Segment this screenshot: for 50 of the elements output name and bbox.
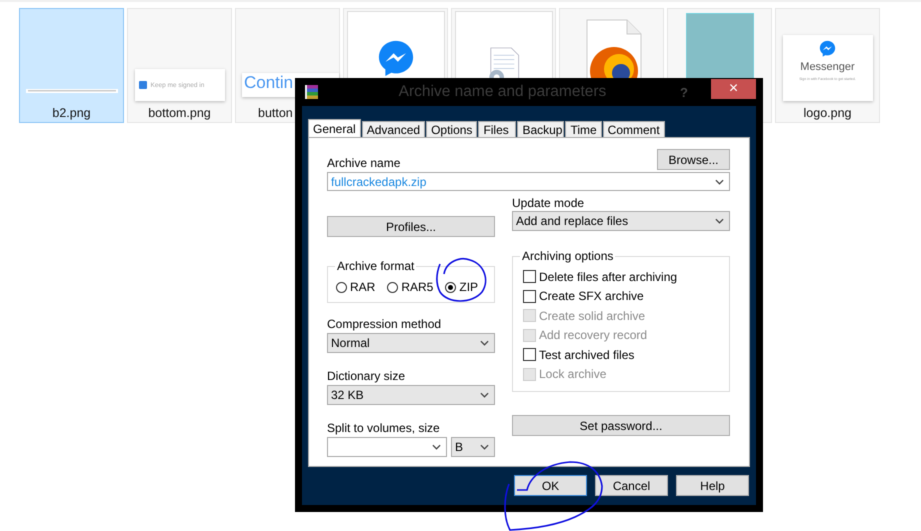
field-label: Dictionary size	[327, 369, 406, 383]
thumbnail-text: Contin	[243, 73, 294, 92]
field-label: Compression method	[327, 317, 442, 331]
chevron-icon	[432, 444, 441, 450]
tab[interactable]: Advanced	[362, 121, 426, 137]
profiles-button[interactable]: Profiles...	[327, 216, 495, 237]
unit-dropdown[interactable]: B	[451, 437, 495, 457]
tab[interactable]: Options	[426, 121, 478, 137]
chat-bubble-icon	[819, 40, 836, 57]
checkbox-icon	[138, 81, 146, 89]
tab[interactable]: Files	[478, 121, 516, 137]
dropdown[interactable]: Add and replace files	[512, 211, 730, 231]
file-name: bottom.png	[148, 106, 211, 120]
dialog-button[interactable]: OK	[514, 475, 587, 496]
tab[interactable]: Backup	[517, 121, 564, 137]
file-name: button	[257, 106, 293, 120]
file-name: logo.png	[804, 106, 852, 120]
archive-name-combo[interactable]: fullcrackedapk.zip	[327, 172, 730, 191]
dialog-button[interactable]: Cancel	[595, 475, 668, 496]
checkbox-option[interactable]: Create SFX archive	[523, 290, 729, 303]
chevron-icon	[480, 340, 489, 346]
file-thumbnail[interactable]: b2.png	[19, 8, 124, 123]
checkbox-option[interactable]: Delete files after archiving	[523, 270, 729, 284]
chat-bubble-icon	[376, 39, 414, 77]
browse-button[interactable]: Browse...	[657, 149, 730, 170]
radio-option[interactable]: RAR	[336, 280, 376, 294]
tab[interactable]: General	[308, 119, 361, 137]
field-label: Split to volumes, size	[327, 421, 441, 435]
checkbox-option[interactable]: Test archived files	[523, 348, 729, 362]
chevron-icon	[715, 218, 724, 224]
radio-option[interactable]: ZIP	[445, 280, 478, 294]
books-icon	[304, 84, 320, 100]
chevron-icon	[480, 444, 489, 450]
chevron-icon	[480, 392, 489, 398]
dropdown[interactable]: 32 KB	[327, 385, 495, 405]
window-title: Archive name and parameters	[398, 83, 608, 101]
set-password-button[interactable]: Set password...	[512, 415, 730, 436]
group-title: Archiving options	[520, 249, 616, 263]
tab[interactable]: Comment	[602, 121, 665, 137]
thumbnail-text: Messenger	[800, 61, 855, 73]
field-label: Archive name	[327, 156, 400, 170]
field-label: Update mode	[512, 196, 586, 210]
dialog-button[interactable]: Help	[676, 475, 749, 496]
close-button[interactable]: ×	[711, 79, 756, 99]
file-name: b2.png	[52, 106, 91, 120]
chevron-icon	[715, 178, 724, 184]
radio-option[interactable]: RAR5	[387, 280, 434, 294]
tab[interactable]: Time	[565, 121, 602, 137]
dropdown[interactable]: Normal	[327, 333, 495, 353]
group-title: Archive format	[335, 259, 416, 273]
